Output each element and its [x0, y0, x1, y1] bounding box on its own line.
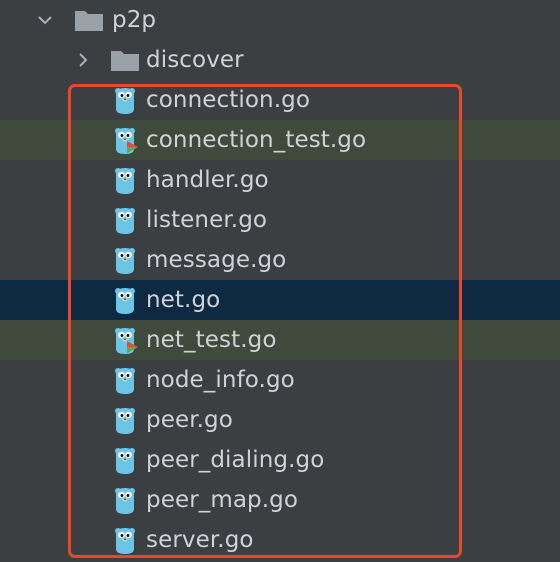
- tree-file-item[interactable]: connection_test.go: [0, 120, 560, 160]
- tree-folder-label: p2p: [112, 7, 157, 33]
- tree-file-label: connection.go: [146, 87, 311, 113]
- folder-icon: [74, 8, 104, 32]
- tree-file-item[interactable]: server.go: [0, 520, 560, 560]
- tree-file-label: listener.go: [146, 207, 268, 233]
- go-test-file-icon: [112, 325, 138, 355]
- go-file-icon: [112, 365, 138, 395]
- tree-file-item[interactable]: connection.go: [0, 80, 560, 120]
- tree-file-label: net_test.go: [146, 327, 277, 353]
- go-test-file-icon: [112, 125, 138, 155]
- tree-file-item[interactable]: listener.go: [0, 200, 560, 240]
- tree-file-label: net.go: [146, 287, 221, 313]
- go-file-icon: [112, 205, 138, 235]
- go-file-icon: [112, 245, 138, 275]
- tree-file-label: handler.go: [146, 167, 269, 193]
- folder-icon: [110, 48, 140, 72]
- project-file-tree: p2p discover connection.go connection_te…: [0, 0, 560, 562]
- tree-file-item[interactable]: handler.go: [0, 160, 560, 200]
- tree-file-item[interactable]: message.go: [0, 240, 560, 280]
- tree-file-label: server.go: [146, 527, 254, 553]
- tree-file-item[interactable]: peer_map.go: [0, 480, 560, 520]
- go-file-icon: [112, 285, 138, 315]
- tree-folder-label: discover: [146, 47, 244, 73]
- tree-file-label: message.go: [146, 247, 287, 273]
- tree-file-item[interactable]: peer.go: [0, 400, 560, 440]
- chevron-right-icon[interactable]: [72, 49, 94, 71]
- go-file-icon: [112, 485, 138, 515]
- go-file-icon: [112, 405, 138, 435]
- go-file-icon: [112, 85, 138, 115]
- tree-file-label: peer.go: [146, 407, 233, 433]
- chevron-down-icon[interactable]: [34, 9, 56, 31]
- tree-file-label: connection_test.go: [146, 127, 367, 153]
- tree-file-item[interactable]: node_info.go: [0, 360, 560, 400]
- tree-file-label: peer_map.go: [146, 487, 299, 513]
- tree-file-item[interactable]: net_test.go: [0, 320, 560, 360]
- tree-file-label: node_info.go: [146, 367, 295, 393]
- tree-folder-discover[interactable]: discover: [0, 40, 560, 80]
- tree-file-item[interactable]: peer_dialing.go: [0, 440, 560, 480]
- tree-file-item[interactable]: net.go: [0, 280, 560, 320]
- tree-file-label: peer_dialing.go: [146, 447, 325, 473]
- go-file-icon: [112, 525, 138, 555]
- go-file-icon: [112, 445, 138, 475]
- tree-folder-p2p[interactable]: p2p: [0, 0, 560, 40]
- go-file-icon: [112, 165, 138, 195]
